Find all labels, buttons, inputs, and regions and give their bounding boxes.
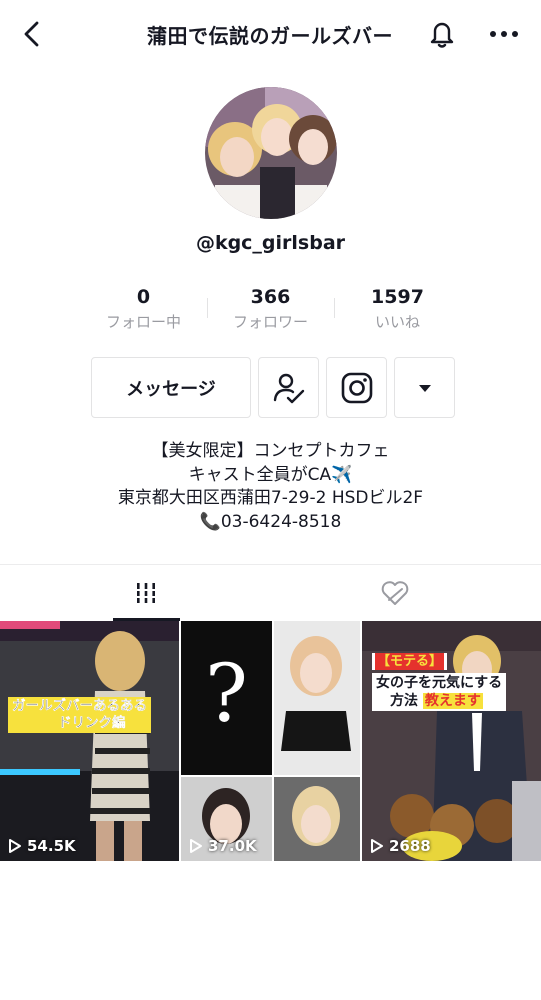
- caption-word: 方法: [390, 693, 418, 709]
- content-tabs: [0, 564, 541, 621]
- play-icon: [371, 839, 383, 853]
- likes-count: 1597: [371, 286, 424, 308]
- caption-line: 方法 教えます: [376, 692, 502, 710]
- likes-label: いいね: [374, 313, 420, 331]
- profile-photo: [205, 87, 337, 219]
- video-thumbnail[interactable]: ガールズバーあるある ドリンク編 54.5K: [0, 621, 179, 861]
- caret-down-icon: [418, 384, 431, 392]
- caption-line: ガールズバーあるある: [12, 698, 147, 714]
- bio-line: 【美女限定】コンセプトカフェ: [151, 441, 390, 461]
- mystery-mark: ?: [205, 647, 248, 740]
- instagram-icon: [341, 372, 372, 403]
- tab-videos[interactable]: [56, 565, 236, 621]
- user-check-icon: [273, 373, 304, 403]
- followers-stat[interactable]: 366 フォロワー: [207, 284, 334, 336]
- followers-count: 366: [250, 286, 291, 308]
- likes-stat[interactable]: 1597 いいね: [334, 284, 461, 336]
- instagram-link-button[interactable]: [326, 357, 387, 418]
- video-caption: 【モテる】: [372, 653, 448, 670]
- video-thumbnail[interactable]: 【モテる】 女の子を元気にする 方法 教えます 2688: [362, 621, 541, 861]
- hidden-heart-icon: [381, 581, 409, 605]
- caption-highlight: 教えます: [422, 693, 483, 709]
- video-caption: 女の子を元気にする 方法 教えます: [372, 673, 507, 711]
- video-thumbnail[interactable]: ? 37.0K: [181, 621, 360, 861]
- view-count-value: 54.5K: [27, 837, 76, 855]
- follow-status-button[interactable]: [258, 357, 319, 418]
- more-options-button[interactable]: [484, 16, 524, 52]
- following-label: フォロー中: [105, 313, 181, 331]
- profile-stats: 0 フォロー中 366 フォロワー 1597 いいね: [80, 284, 461, 336]
- bio-line[interactable]: 📞03-6424-8518: [0, 511, 541, 535]
- page-title: 蒲田で伝説のガールズバー: [147, 24, 393, 48]
- back-button[interactable]: [14, 16, 50, 52]
- message-button[interactable]: メッセージ: [91, 357, 251, 418]
- view-count: 37.0K: [189, 837, 257, 855]
- bell-icon: [430, 22, 454, 48]
- following-stat[interactable]: 0 フォロー中: [80, 284, 207, 336]
- view-count: 54.5K: [8, 837, 76, 855]
- tab-liked-videos[interactable]: [305, 565, 485, 621]
- view-count: 2688: [370, 837, 431, 855]
- grid-icon: [135, 583, 157, 603]
- profile-actions: メッセージ: [91, 357, 455, 418]
- followers-label: フォロワー: [232, 313, 308, 331]
- view-count-value: 37.0K: [208, 837, 257, 855]
- following-count: 0: [136, 286, 151, 308]
- video-caption: ガールズバーあるある ドリンク編: [8, 697, 151, 733]
- bio-line: キャスト全員がCA✈️: [188, 464, 353, 485]
- play-icon: [190, 839, 202, 853]
- caption-line: 女の子を元気にする: [376, 675, 503, 691]
- bio-line: 東京都大田区西蒲田7-29-2 HSDビル2F: [117, 488, 424, 508]
- view-count-value: 2688: [389, 837, 431, 855]
- top-bar: 蒲田で伝説のガールズバー: [0, 0, 541, 70]
- notification-button[interactable]: [424, 16, 460, 52]
- username: @kgc_girlsbar: [195, 232, 346, 254]
- profile-bio: 【美女限定】コンセプトカフェ キャスト全員がCA✈️ 東京都大田区西蒲田7-29…: [0, 440, 541, 534]
- suggested-accounts-button[interactable]: [394, 357, 455, 418]
- play-icon: [9, 839, 21, 853]
- more-dots-icon: [490, 31, 518, 37]
- avatar[interactable]: [205, 87, 337, 219]
- video-cover: [0, 621, 179, 861]
- caption-line: ドリンク編: [58, 715, 126, 731]
- chevron-left-icon: [24, 21, 39, 47]
- caption-tag: 【モテる】: [375, 653, 445, 670]
- video-grid: ガールズバーあるある ドリンク編 54.5K ? 37.0K 【モテる】 女の子…: [0, 621, 541, 861]
